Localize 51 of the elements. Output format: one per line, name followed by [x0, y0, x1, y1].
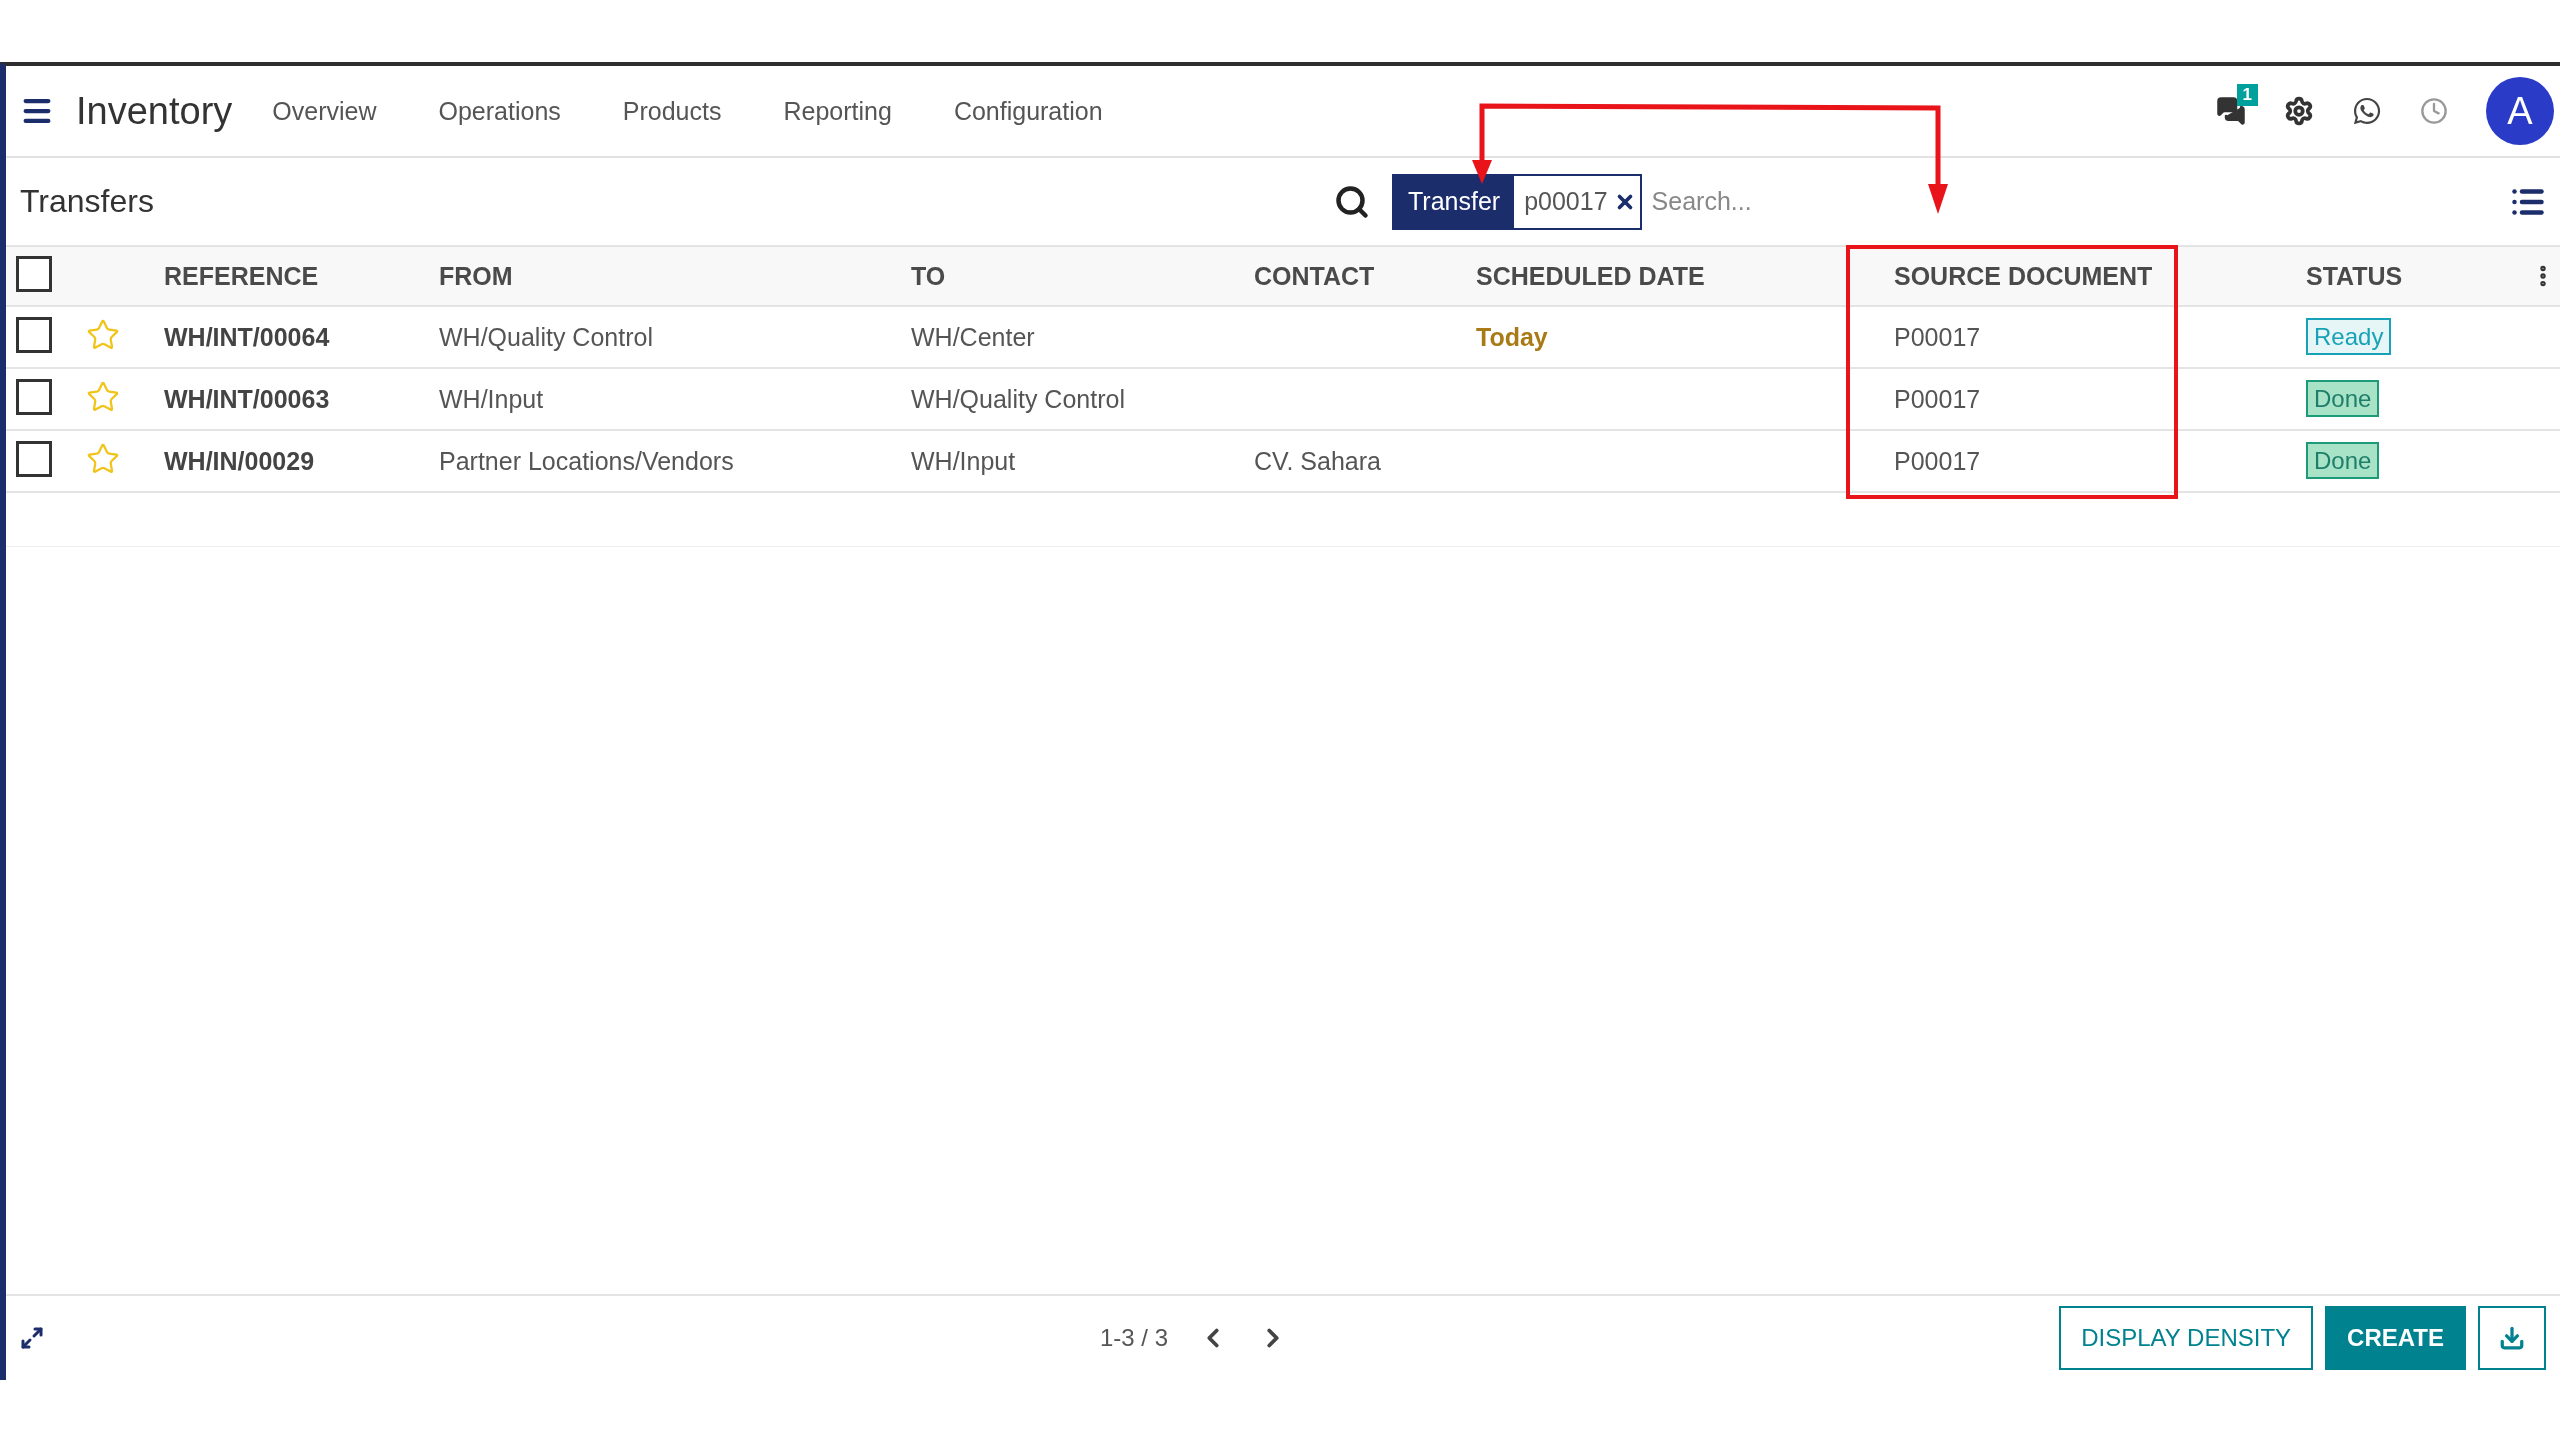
nav-menu-item[interactable]: Reporting — [783, 96, 892, 126]
pager-text: 1-3 / 3 — [1100, 1324, 1169, 1352]
column-header[interactable]: FROM — [431, 261, 903, 291]
status-badge: Ready — [2306, 318, 2392, 355]
settings-icon[interactable] — [2284, 96, 2314, 126]
table-cell-text: WH/Quality Control — [438, 322, 654, 352]
star-icon[interactable] — [86, 318, 120, 352]
nav-menu-item[interactable]: Configuration — [953, 96, 1103, 126]
table-cell-text: Today — [1475, 322, 1549, 352]
row-checkbox[interactable] — [16, 317, 52, 353]
table-cell-text: P00017 — [1893, 384, 1982, 414]
whatsapp-icon[interactable] — [2352, 96, 2382, 126]
column-header[interactable]: CONTACT — [1246, 261, 1468, 291]
create-button[interactable]: CREATE — [2325, 1306, 2466, 1370]
search-icon[interactable] — [1334, 183, 1370, 220]
table-cell-text: Partner Locations/Vendors — [438, 446, 735, 476]
table-cell-text: WH/Input — [910, 446, 1017, 476]
app-title: Inventory — [76, 89, 233, 133]
table-cell-text: WH/IN/00029 — [163, 446, 316, 476]
table-cell-text: WH/Input — [438, 384, 545, 414]
download-button[interactable] — [2478, 1306, 2546, 1370]
status-badge: Done — [2306, 380, 2380, 417]
table-cell-text: WH/INT/00063 — [163, 384, 331, 414]
table-cell-text: P00017 — [1893, 322, 1982, 352]
search-facet[interactable]: Transfer p00017 — [1392, 173, 1642, 230]
message-count-badge: 1 — [2236, 84, 2258, 106]
star-icon[interactable] — [86, 380, 120, 414]
column-header[interactable]: SOURCE DOCUMENT — [1886, 261, 2298, 291]
expand-icon[interactable] — [20, 1326, 44, 1350]
column-header[interactable]: TO — [903, 261, 1246, 291]
select-all-checkbox[interactable] — [16, 256, 52, 292]
row-checkbox[interactable] — [16, 379, 52, 415]
column-header[interactable]: STATUS — [2298, 261, 2530, 291]
nav-menu-item[interactable]: Products — [622, 96, 722, 126]
table-cell-text: WH/Quality Control — [910, 384, 1126, 414]
table-cell-text: CV. Sahara — [1253, 446, 1382, 476]
download-icon — [2499, 1325, 2525, 1351]
nav-menu-item[interactable]: Operations — [438, 96, 561, 126]
column-header[interactable]: SCHEDULED DATE — [1468, 261, 1886, 291]
nav-menu-item[interactable]: Overview — [272, 96, 377, 126]
clock-icon[interactable] — [2420, 97, 2448, 125]
table-cell-text: WH/INT/00064 — [163, 322, 331, 352]
status-badge: Done — [2306, 442, 2380, 479]
user-avatar[interactable]: A — [2486, 77, 2554, 145]
table-cell-text: P00017 — [1893, 446, 1982, 476]
table-cell-text: WH/Center — [910, 322, 1036, 352]
page-title: Transfers — [20, 183, 154, 220]
star-icon[interactable] — [86, 442, 120, 476]
row-checkbox[interactable] — [16, 441, 52, 477]
display-density-button[interactable]: DISPLAY DENSITY — [2059, 1306, 2314, 1370]
column-header[interactable]: REFERENCE — [156, 261, 431, 291]
